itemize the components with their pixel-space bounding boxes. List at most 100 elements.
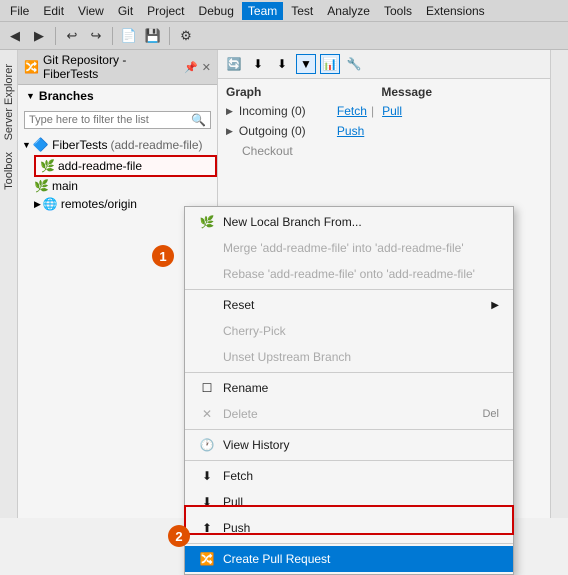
view-history-icon: 🕐 (199, 437, 215, 453)
push-link[interactable]: Push (337, 124, 364, 138)
toolbox-label[interactable]: Toolbox (1, 148, 17, 194)
fetch-toolbar-button[interactable]: ⬇ (248, 54, 268, 74)
save-button[interactable]: 💾 (142, 25, 164, 47)
git-repo-icon: 🔀 (24, 60, 39, 74)
ctx-unset-upstream[interactable]: Unset Upstream Branch (185, 344, 513, 370)
ctx-create-pr-label: Create Pull Request (223, 552, 330, 566)
ctx-push[interactable]: ⬆ Push (185, 515, 513, 541)
undo-button[interactable]: ↩ (61, 25, 83, 47)
branch-main[interactable]: 🌿 main (30, 177, 217, 195)
repo-icon: 🔷 (33, 137, 49, 153)
checkout-label: Checkout (218, 141, 550, 161)
branches-collapse-arrow[interactable]: ▼ (26, 91, 35, 101)
ctx-delete[interactable]: ✕ Delete Del (185, 401, 513, 427)
ctx-cherry-pick[interactable]: Cherry-Pick (185, 318, 513, 344)
toolbar-separator-2 (112, 27, 113, 45)
menu-bar: File Edit View Git Project Debug Team Te… (0, 0, 568, 22)
ctx-rename[interactable]: ☐ Rename (185, 375, 513, 401)
right-panel-toolbar: 🔄 ⬇ ⬇ ▼ 📊 🔧 (218, 50, 550, 79)
ctx-view-history[interactable]: 🕐 View History (185, 432, 513, 458)
menu-team[interactable]: Team (242, 2, 283, 20)
remotes-icon: 🌐 (43, 197, 58, 211)
ctx-create-pr[interactable]: 🔀 Create Pull Request (185, 546, 513, 572)
menu-edit[interactable]: Edit (37, 2, 70, 20)
push-icon: ⬆ (199, 520, 215, 536)
branch-filter-box[interactable]: 🔍 (24, 111, 211, 129)
ctx-sep-2 (185, 372, 513, 373)
ctx-sep-1 (185, 289, 513, 290)
branch-add-readme-file[interactable]: 🌿 add-readme-file (34, 155, 217, 177)
menu-project[interactable]: Project (141, 2, 190, 20)
ctx-sep-5 (185, 543, 513, 544)
new-file-button[interactable]: 📄 (118, 25, 140, 47)
new-branch-icon: 🌿 (199, 214, 215, 230)
ctx-reset[interactable]: Reset ▶ (185, 292, 513, 318)
pull-link[interactable]: Pull (382, 104, 402, 118)
ctx-reset-label: Reset (223, 298, 254, 312)
graph-toolbar-button[interactable]: 📊 (320, 54, 340, 74)
rebase-icon (199, 266, 215, 282)
git-panel-header: 🔀 Git Repository - FiberTests 📌 ✕ (18, 50, 217, 85)
search-icon: 🔍 (191, 113, 206, 127)
remotes-expand-arrow[interactable]: ▶ (34, 199, 41, 210)
ctx-new-local-branch[interactable]: 🌿 New Local Branch From... (185, 209, 513, 235)
outgoing-row[interactable]: ▶ Outgoing (0) Push (218, 121, 550, 141)
ctx-pull[interactable]: ⬇ Pull (185, 489, 513, 515)
ctx-delete-label: Delete (223, 407, 258, 421)
settings-button[interactable]: ⚙ (175, 25, 197, 47)
back-button[interactable]: ◀ (4, 25, 26, 47)
toolbar-separator-1 (55, 27, 56, 45)
menu-extensions[interactable]: Extensions (420, 2, 491, 20)
menu-view[interactable]: View (72, 2, 110, 20)
left-sidebar-labels: Server Explorer Toolbox (0, 50, 18, 518)
ctx-rebase[interactable]: Rebase 'add-readme-file' onto 'add-readm… (185, 261, 513, 287)
close-git-panel-button[interactable]: ✕ (202, 61, 211, 74)
fetch-link[interactable]: Fetch (337, 104, 367, 118)
incoming-row[interactable]: ▶ Incoming (0) Fetch | Pull (218, 101, 550, 121)
branches-label: Branches (39, 89, 94, 103)
repo-root-item[interactable]: ▼ 🔷 FiberTests (add-readme-file) (18, 135, 217, 155)
forward-button[interactable]: ▶ (28, 25, 50, 47)
outgoing-label: Outgoing (0) (239, 124, 329, 138)
delete-icon: ✕ (199, 406, 215, 422)
delete-shortcut: Del (482, 408, 499, 420)
toolbar: ◀ ▶ ↩ ↪ 📄 💾 ⚙ (0, 22, 568, 50)
repo-expand-arrow[interactable]: ▼ (22, 140, 31, 150)
menu-file[interactable]: File (4, 2, 35, 20)
refresh-button[interactable]: 🔄 (224, 54, 244, 74)
ctx-fetch[interactable]: ⬇ Fetch (185, 463, 513, 489)
ctx-cherry-pick-label: Cherry-Pick (223, 324, 286, 338)
repo-branch-hint: (add-readme-file) (110, 138, 202, 152)
outgoing-expand-arrow[interactable]: ▶ (226, 126, 233, 137)
menu-git[interactable]: Git (112, 2, 139, 20)
ctx-new-local-branch-label: New Local Branch From... (223, 215, 362, 229)
redo-button[interactable]: ↪ (85, 25, 107, 47)
branch-filter-input[interactable] (29, 114, 191, 126)
settings-toolbar-button[interactable]: 🔧 (344, 54, 364, 74)
branch-name-add-readme: add-readme-file (58, 159, 142, 173)
pull-toolbar-button[interactable]: ⬇ (272, 54, 292, 74)
menu-analyze[interactable]: Analyze (321, 2, 376, 20)
server-explorer-label[interactable]: Server Explorer (1, 60, 17, 144)
ctx-sep-3 (185, 429, 513, 430)
commits-header: Graph Message (218, 83, 550, 101)
fetch-icon: ⬇ (199, 468, 215, 484)
ctx-pull-label: Pull (223, 495, 243, 509)
ctx-fetch-label: Fetch (223, 469, 253, 483)
context-menu: 🌿 New Local Branch From... Merge 'add-re… (184, 206, 514, 575)
pin-icon[interactable]: 📌 (184, 61, 198, 74)
menu-test[interactable]: Test (285, 2, 319, 20)
main-area: Server Explorer Toolbox 🔀 Git Repository… (0, 50, 568, 518)
ctx-rename-label: Rename (223, 381, 268, 395)
menu-tools[interactable]: Tools (378, 2, 418, 20)
unset-upstream-icon (199, 349, 215, 365)
create-pr-icon: 🔀 (199, 551, 215, 567)
toolbar-separator-3 (169, 27, 170, 45)
ctx-sep-4 (185, 460, 513, 461)
incoming-expand-arrow[interactable]: ▶ (226, 106, 233, 117)
filter-toolbar-button[interactable]: ▼ (296, 54, 316, 74)
ctx-merge[interactable]: Merge 'add-readme-file' into 'add-readme… (185, 235, 513, 261)
ctx-push-label: Push (223, 521, 250, 535)
reset-icon (199, 297, 215, 313)
menu-debug[interactable]: Debug (193, 2, 240, 20)
